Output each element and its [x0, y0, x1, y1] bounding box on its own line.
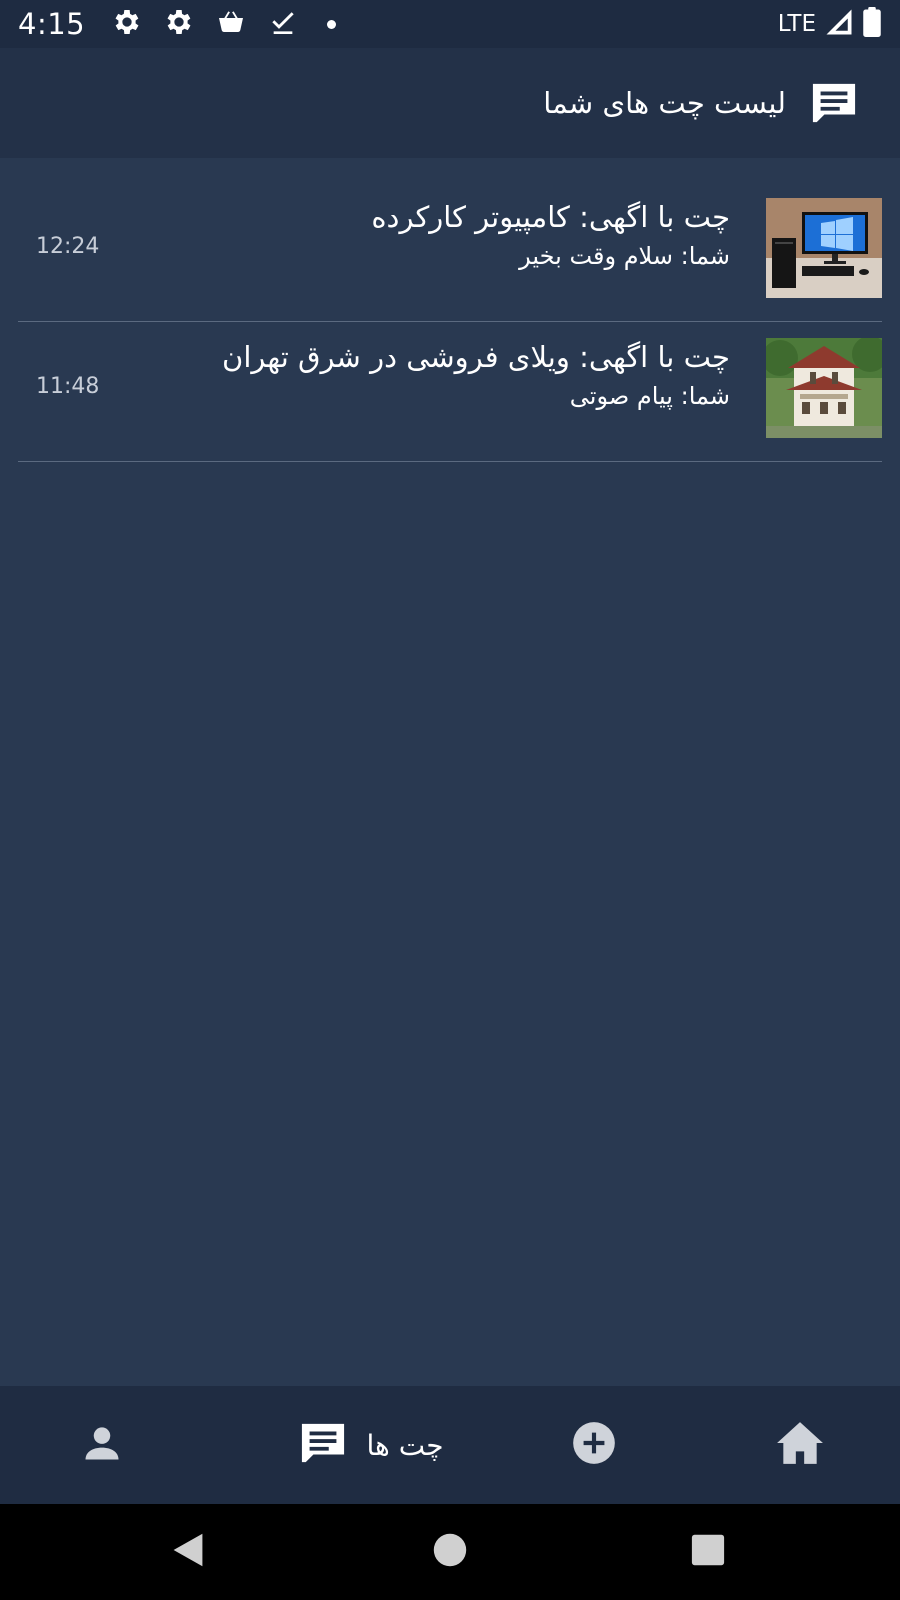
chat-text: چت با اگهی: ویلای فروشی در شرق تهران شما… [170, 336, 730, 414]
chat-icon [808, 80, 860, 126]
nav-home[interactable] [760, 1386, 840, 1504]
gear-icon [163, 6, 195, 42]
recents-button[interactable] [668, 1504, 748, 1600]
status-right: LTE [778, 7, 882, 41]
home-circle-icon [432, 1532, 468, 1572]
chat-time: 11:48 [36, 374, 100, 399]
system-navigation-bar [0, 1504, 900, 1600]
recents-square-icon [690, 1533, 726, 1571]
home-button[interactable] [410, 1504, 490, 1600]
chat-list: چت با اگهی: کامپیوتر کارکرده شما: سلام و… [0, 158, 900, 462]
chat-last-message: شما: پیام صوتی [569, 382, 730, 410]
notification-icons [111, 6, 337, 42]
app-bar: لیست چت های شما [0, 48, 900, 158]
phone-screen: 4:15 LTE لیست چت های شما چت با اگهی: کام… [0, 0, 900, 1600]
network-type: LTE [777, 11, 816, 37]
shopping-bag-icon [215, 6, 247, 42]
dot-icon [327, 19, 337, 29]
chat-title: چت با اگهی: ویلای فروشی در شرق تهران [222, 340, 730, 374]
back-button[interactable] [148, 1504, 228, 1600]
villa-thumbnail [766, 338, 882, 438]
chat-last-message: شما: سلام وقت بخیر [519, 242, 730, 270]
chat-list-item[interactable]: چت با اگهی: کامپیوتر کارکرده شما: سلام و… [18, 182, 882, 322]
page-title: لیست چت های شما [543, 86, 786, 120]
chat-text: چت با اگهی: کامپیوتر کارکرده شما: سلام و… [170, 196, 730, 274]
gear-icon [111, 6, 143, 42]
chat-list-item[interactable]: چت با اگهی: ویلای فروشی در شرق تهران شما… [18, 322, 882, 462]
battery-icon [862, 7, 882, 41]
nav-chats-label: چت ها [366, 1428, 444, 1462]
nav-chats[interactable]: چت ها [270, 1386, 470, 1504]
chat-title: چت با اگهی: کامپیوتر کارکرده [371, 200, 730, 234]
computer-thumbnail [766, 198, 882, 298]
chat-time: 12:24 [36, 234, 100, 259]
nav-add[interactable] [554, 1386, 634, 1504]
home-icon [775, 1420, 825, 1470]
download-done-icon [267, 6, 299, 42]
profile-icon [80, 1421, 124, 1469]
signal-icon [824, 7, 854, 41]
status-bar: 4:15 LTE [0, 0, 900, 48]
add-circle-icon [569, 1418, 619, 1472]
back-triangle-icon [170, 1532, 206, 1572]
nav-profile[interactable] [60, 1386, 144, 1504]
status-time: 4:15 [18, 7, 86, 41]
bottom-navigation: چت ها [0, 1386, 900, 1504]
chat-icon [297, 1420, 349, 1470]
